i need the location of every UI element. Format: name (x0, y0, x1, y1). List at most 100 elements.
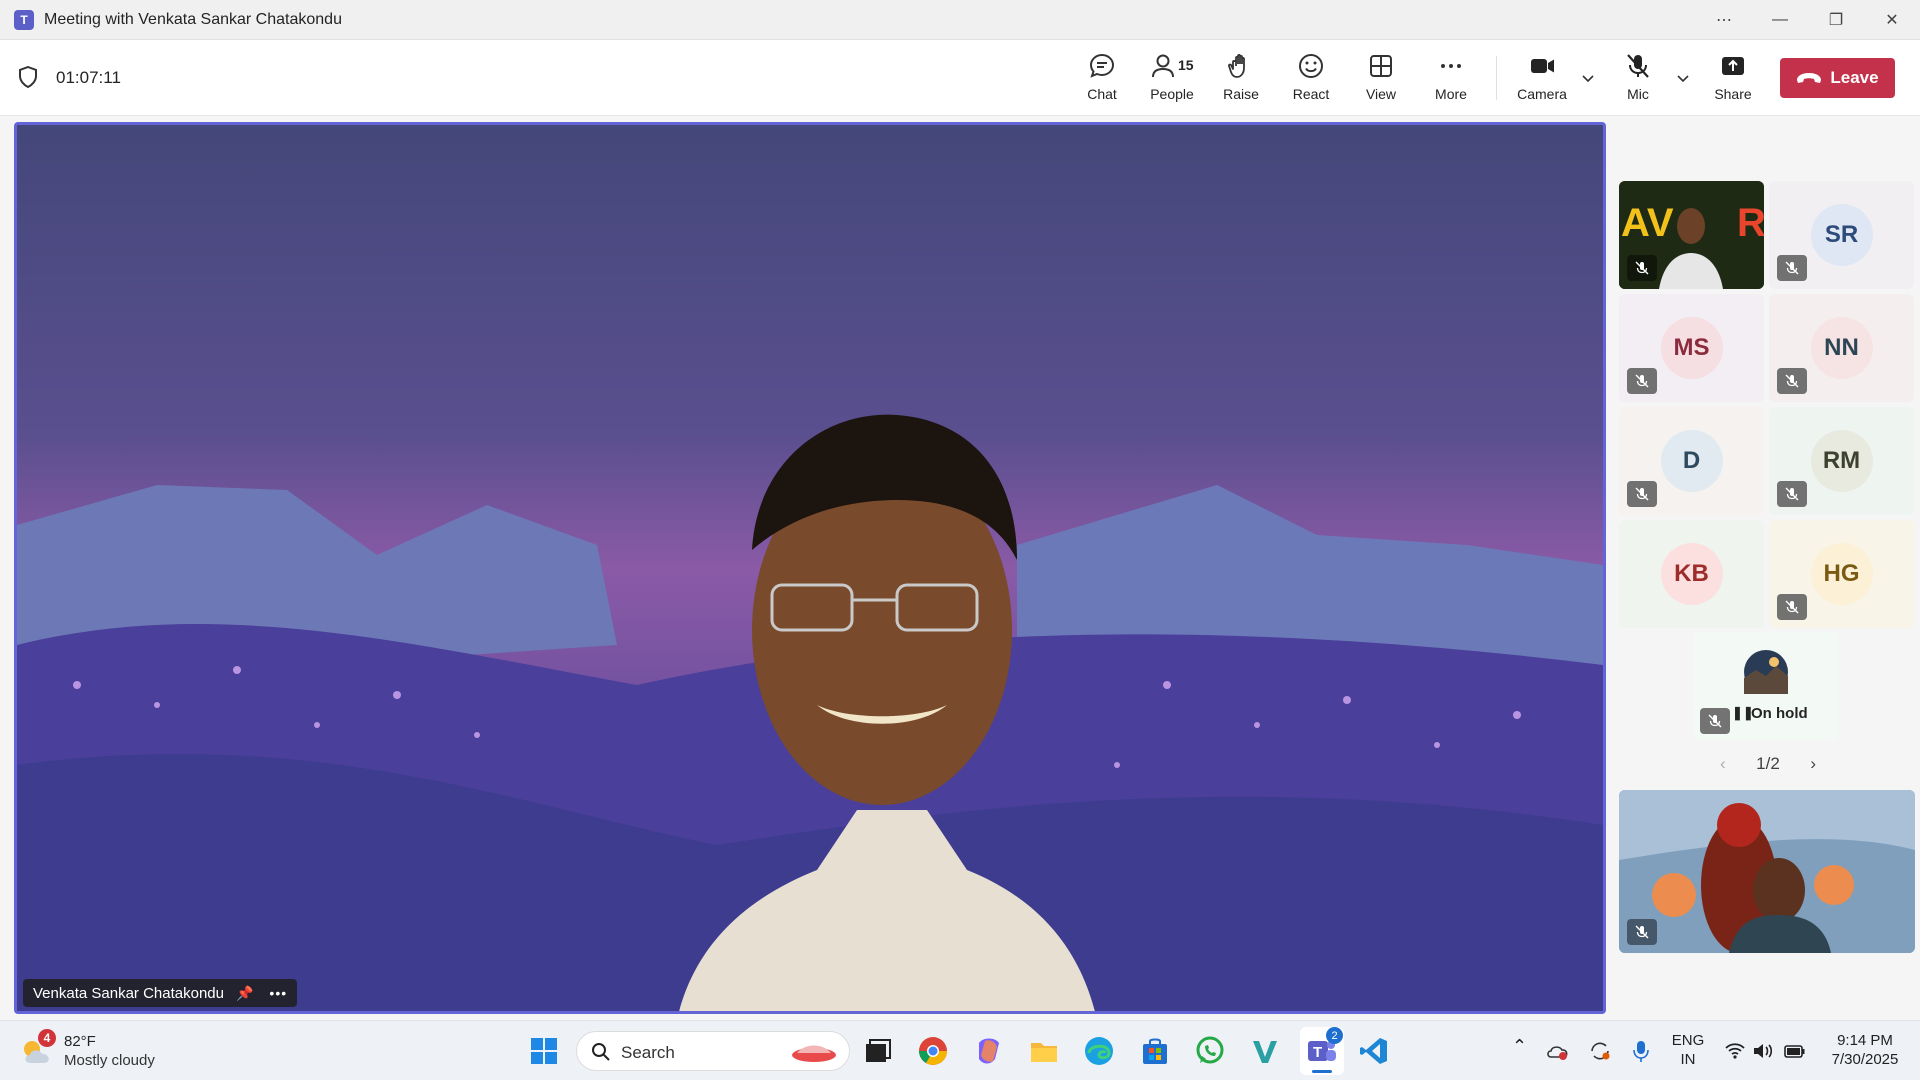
self-view-video[interactable] (1619, 790, 1915, 953)
avatar: KB (1660, 543, 1723, 605)
wifi-icon[interactable] (1724, 1040, 1746, 1062)
chat-label: Chat (1087, 86, 1117, 102)
previous-page-icon[interactable]: ‹ (1720, 754, 1726, 774)
gallery-pager: ‹ 1/2 › (1720, 752, 1816, 776)
weather-temp: 82°F (64, 1033, 96, 1050)
microphone-in-use-icon[interactable] (1630, 1039, 1652, 1063)
clock-time: 9:14 PM (1837, 1032, 1893, 1049)
participant-video-tile[interactable]: AV R (1619, 181, 1764, 289)
battery-charging-icon[interactable] (1784, 1040, 1806, 1062)
active-app-indicator (1312, 1070, 1332, 1073)
leave-label: Leave (1830, 68, 1879, 87)
on-hold-avatar (1744, 650, 1788, 694)
weather-widget[interactable]: 4 82°F Mostly cloudy (18, 1029, 198, 1073)
weather-desc: Mostly cloudy (64, 1052, 155, 1069)
main-speaker-video[interactable]: Venkata Sankar Chatakondu 📌 ••• (14, 122, 1606, 1014)
edge-icon[interactable] (1083, 1035, 1115, 1067)
file-explorer-icon[interactable] (1028, 1035, 1060, 1067)
mic-off-icon (1635, 261, 1649, 275)
chat-button[interactable]: Chat (1070, 52, 1134, 108)
teams-notification-badge: 2 (1326, 1027, 1343, 1044)
muted-indicator (1627, 919, 1657, 945)
on-hold-label: On hold (1751, 705, 1808, 722)
avatar: HG (1810, 543, 1873, 605)
avatar: RM (1810, 430, 1873, 492)
mic-button[interactable]: Mic (1606, 52, 1670, 108)
on-hold-tile[interactable]: ❚❚ On hold (1694, 632, 1839, 740)
close-button[interactable]: ✕ (1864, 0, 1920, 40)
chrome-icon[interactable] (917, 1035, 949, 1067)
avatar: SR (1810, 204, 1873, 266)
mic-off-icon (1785, 600, 1799, 614)
speaker-name-tag[interactable]: Venkata Sankar Chatakondu 📌 ••• (23, 979, 298, 1007)
raise-label: Raise (1223, 86, 1259, 102)
participant-tile-kb[interactable]: KB (1619, 520, 1764, 628)
more-button[interactable]: More (1419, 52, 1483, 108)
view-button[interactable]: View (1349, 52, 1413, 108)
speaker-person-image (679, 414, 1095, 1011)
ellipsis-icon (1441, 64, 1461, 68)
toolbar-divider (1496, 56, 1497, 100)
mic-off-icon (1635, 925, 1649, 939)
people-count: 15 (1178, 57, 1194, 73)
language-code: ENG (1671, 1032, 1705, 1049)
participant-tile-ms[interactable]: MS (1619, 294, 1764, 402)
pin-icon[interactable]: 📌 (236, 985, 253, 1002)
clock-date: 7/30/2025 (1831, 1051, 1899, 1068)
camera-button[interactable]: Camera (1510, 52, 1574, 108)
people-button[interactable]: 15 People (1140, 52, 1204, 108)
share-icon (1722, 57, 1744, 75)
speaker-name: Venkata Sankar Chatakondu (33, 984, 224, 1002)
participant-tile-hg[interactable]: HG (1769, 520, 1914, 628)
clock[interactable]: 9:14 PM 7/30/2025 (1820, 1031, 1910, 1069)
leave-button[interactable]: Leave (1780, 58, 1895, 98)
share-label: Share (1714, 86, 1752, 102)
minimize-button[interactable]: — (1752, 0, 1808, 40)
mic-options-chevron-icon[interactable] (1675, 70, 1691, 86)
camera-label: Camera (1517, 86, 1567, 102)
meeting-timer: 01:07:11 (56, 68, 121, 87)
camera-icon (1531, 59, 1554, 73)
svg-text:R: R (1737, 201, 1764, 245)
volume-icon[interactable] (1752, 1040, 1774, 1062)
muted-indicator (1700, 708, 1730, 734)
teams-taskbar-button[interactable]: T 2 (1300, 1027, 1344, 1075)
windows-start-icon[interactable] (528, 1035, 560, 1067)
mic-label: Mic (1627, 86, 1649, 102)
smiley-icon (1299, 54, 1323, 78)
window-controls: ⋯ — ❐ ✕ (1696, 0, 1920, 40)
region-code: IN (1680, 1051, 1696, 1068)
more-label: More (1435, 86, 1467, 102)
chat-icon (1089, 53, 1115, 78)
vscode-icon[interactable] (1358, 1035, 1390, 1067)
participant-tile-sr[interactable]: SR (1769, 181, 1914, 289)
participant-tile-rm[interactable]: RM (1769, 407, 1914, 515)
task-view-icon[interactable] (862, 1035, 894, 1067)
show-hidden-icons-chevron-icon[interactable]: ⌃ (1512, 1037, 1527, 1056)
speaker-options-icon[interactable]: ••• (269, 985, 287, 1001)
avatar: MS (1660, 317, 1723, 379)
participant-tile-d[interactable]: D (1619, 407, 1764, 515)
taskbar-search[interactable]: Search (576, 1031, 850, 1071)
title-bar: T Meeting with Venkata Sankar Chatakondu… (0, 0, 1920, 40)
more-options-icon[interactable]: ⋯ (1696, 0, 1752, 40)
grid-view-icon (1370, 55, 1392, 77)
avatar: NN (1810, 317, 1873, 379)
camera-options-chevron-icon[interactable] (1580, 70, 1596, 86)
whatsapp-icon[interactable] (1194, 1035, 1226, 1067)
next-page-icon[interactable]: › (1810, 754, 1816, 774)
restore-button[interactable]: ❐ (1808, 0, 1864, 40)
mic-off-icon (1785, 261, 1799, 275)
share-button[interactable]: Share (1701, 52, 1765, 108)
react-button[interactable]: React (1279, 52, 1343, 108)
language-indicator[interactable]: ENG IN (1668, 1031, 1708, 1069)
raise-hand-button[interactable]: Raise (1209, 52, 1273, 108)
participant-tile-nn[interactable]: NN (1769, 294, 1914, 402)
sync-icon[interactable] (1588, 1039, 1612, 1063)
visual-studio-icon[interactable] (1249, 1035, 1281, 1067)
onedrive-error-icon[interactable] (1546, 1039, 1570, 1063)
microsoft-store-icon[interactable] (1139, 1035, 1171, 1067)
react-label: React (1292, 86, 1330, 102)
copilot-icon[interactable] (973, 1035, 1005, 1067)
people-icon (1152, 54, 1174, 78)
